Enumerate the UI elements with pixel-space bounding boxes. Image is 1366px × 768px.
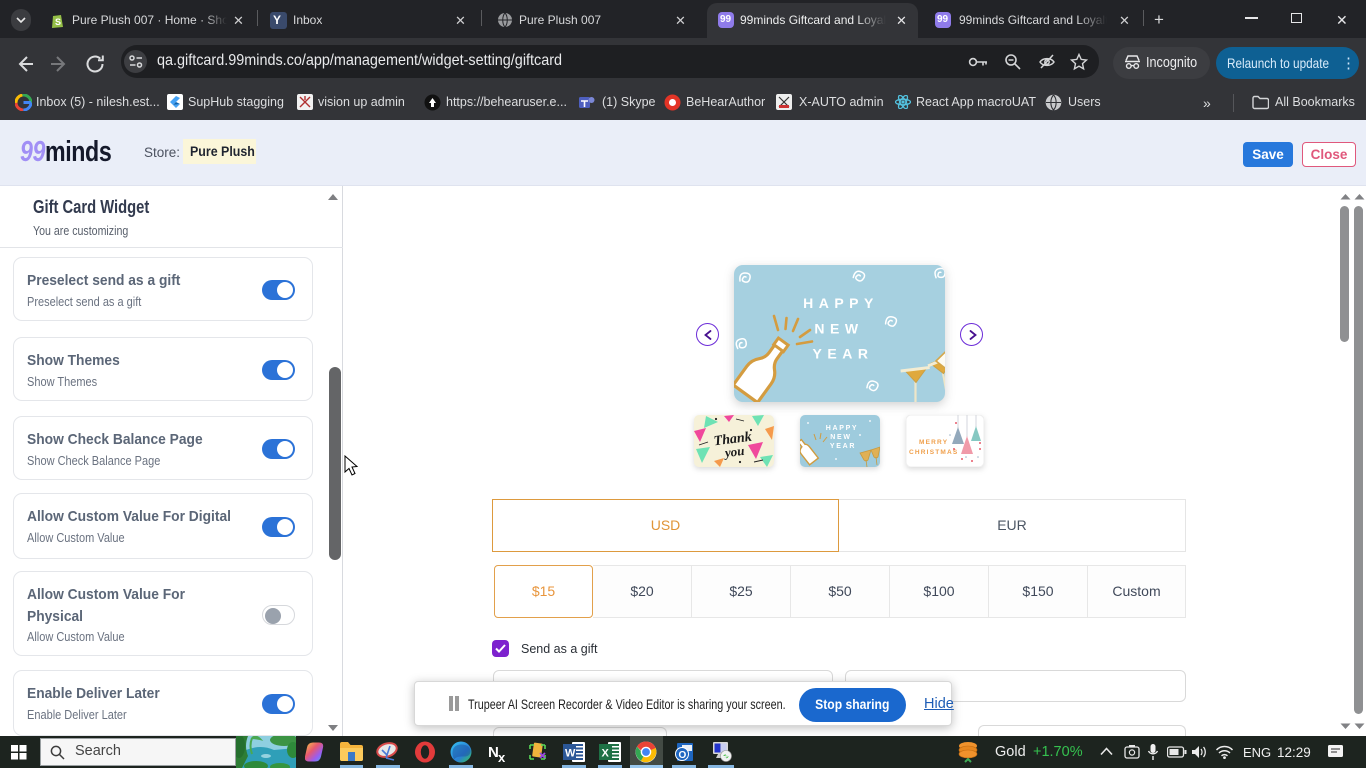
svg-text:HAPPY: HAPPY: [826, 425, 859, 432]
svg-text:YEAR: YEAR: [830, 443, 856, 450]
svg-text:S: S: [55, 17, 61, 27]
svg-text:X: X: [602, 748, 610, 760]
svg-text:you: you: [722, 443, 745, 461]
svg-text:HAPPY: HAPPY: [803, 295, 879, 311]
svg-text:MERRY: MERRY: [919, 439, 948, 446]
svg-text:W: W: [565, 748, 576, 760]
svg-text:x: x: [498, 750, 506, 763]
svg-text:O: O: [679, 750, 687, 761]
svg-text:NEW: NEW: [830, 434, 851, 441]
svg-text:CHRISTMAS: CHRISTMAS: [909, 449, 958, 456]
svg-text:YEAR: YEAR: [813, 346, 874, 362]
svg-text:NEW: NEW: [814, 321, 863, 337]
